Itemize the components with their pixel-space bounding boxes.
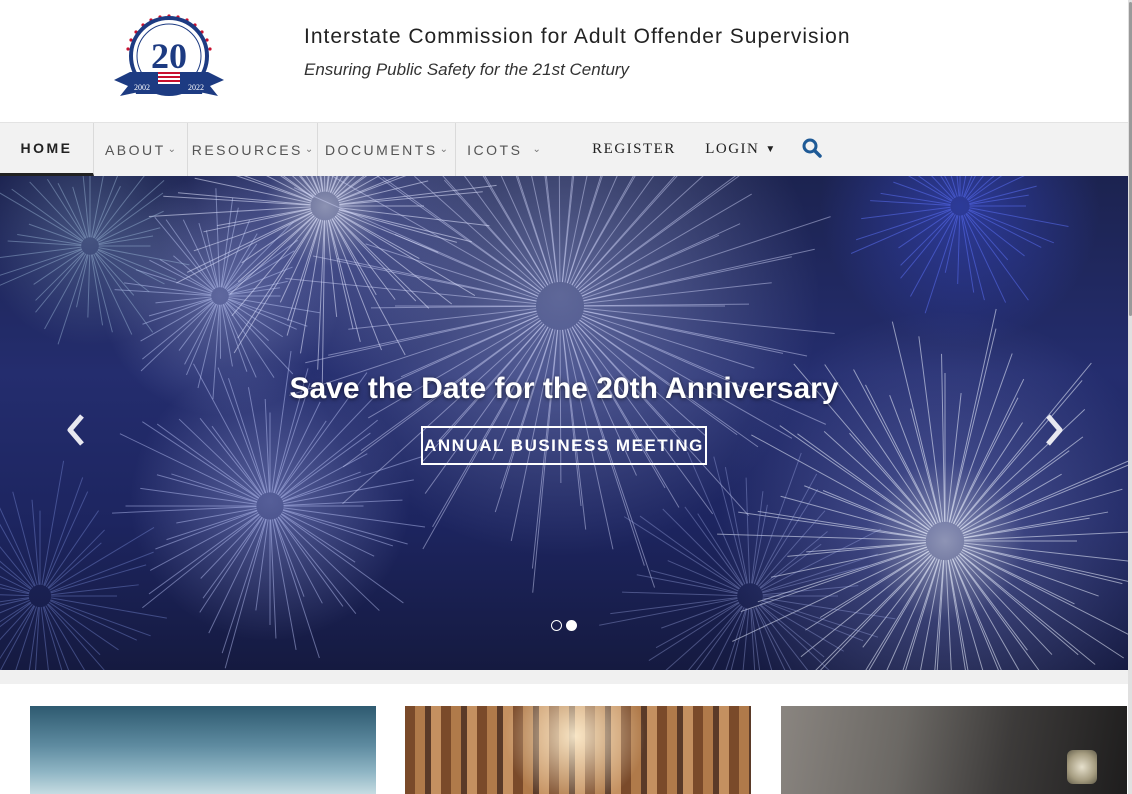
hero-carousel: Save the Date for the 20th Anniversary A… xyxy=(0,176,1128,670)
carousel-dot-1[interactable] xyxy=(551,620,562,631)
nav-icots[interactable]: ICOTS ⌄ xyxy=(456,123,552,176)
nav-documents[interactable]: DOCUMENTS ⌄ xyxy=(318,123,456,176)
feature-card-sky[interactable] xyxy=(30,706,376,794)
nav-about-label: ABOUT xyxy=(104,141,166,158)
nav-icots-label: ICOTS xyxy=(467,141,523,158)
search-icon[interactable] xyxy=(800,136,824,160)
nav-documents-label: DOCUMENTS xyxy=(324,141,438,158)
fireworks-background xyxy=(0,176,1128,670)
chevron-right-icon[interactable] xyxy=(1040,412,1068,448)
nav-home[interactable]: HOME xyxy=(0,123,94,176)
annual-business-meeting-button[interactable]: ANNUAL BUSINESS MEETING xyxy=(421,426,707,465)
feature-card-officer[interactable] xyxy=(781,706,1127,794)
site-header: 20 2002 2022 Interstate Commission for A… xyxy=(0,0,1128,122)
nav-home-label: HOME xyxy=(20,140,73,156)
logo-year-start: 2002 xyxy=(134,83,150,92)
site-title: Interstate Commission for Adult Offender… xyxy=(304,25,851,48)
chevron-down-icon: ⌄ xyxy=(532,144,541,155)
site-tagline: Ensuring Public Safety for the 21st Cent… xyxy=(304,60,630,79)
main-navbar: HOME ABOUT ⌄ RESOURCES ⌄ DOCUMENTS ⌄ ICOTS ⌄… xyxy=(0,122,1128,176)
caret-down-icon: ▼ xyxy=(765,144,777,155)
hero-button-label: ANNUAL BUSINESS MEETING xyxy=(424,435,704,455)
chevron-left-icon[interactable] xyxy=(62,412,90,448)
anniversary-logo[interactable]: 20 2002 2022 xyxy=(110,10,228,108)
logo-number: 20 xyxy=(151,36,187,76)
login-dropdown[interactable]: LOGIN ▼ xyxy=(696,123,786,176)
chevron-down-icon: ⌄ xyxy=(304,144,314,155)
section-divider xyxy=(0,670,1128,684)
logo-year-end: 2022 xyxy=(188,83,204,92)
nav-about[interactable]: ABOUT ⌄ xyxy=(94,123,188,176)
chevron-down-icon: ⌄ xyxy=(439,144,449,155)
badge-icon xyxy=(1067,750,1097,784)
feature-card-library[interactable] xyxy=(405,706,751,794)
carousel-dot-2[interactable] xyxy=(566,620,577,631)
carousel-indicators xyxy=(550,620,580,632)
hero-heading: Save the Date for the 20th Anniversary xyxy=(289,372,839,405)
register-label: REGISTER xyxy=(592,141,676,157)
nav-resources-label: RESOURCES xyxy=(191,141,303,158)
login-label: LOGIN xyxy=(705,141,760,157)
nav-resources[interactable]: RESOURCES ⌄ xyxy=(188,123,318,176)
register-link[interactable]: REGISTER xyxy=(584,123,684,176)
chevron-down-icon: ⌄ xyxy=(167,144,177,155)
